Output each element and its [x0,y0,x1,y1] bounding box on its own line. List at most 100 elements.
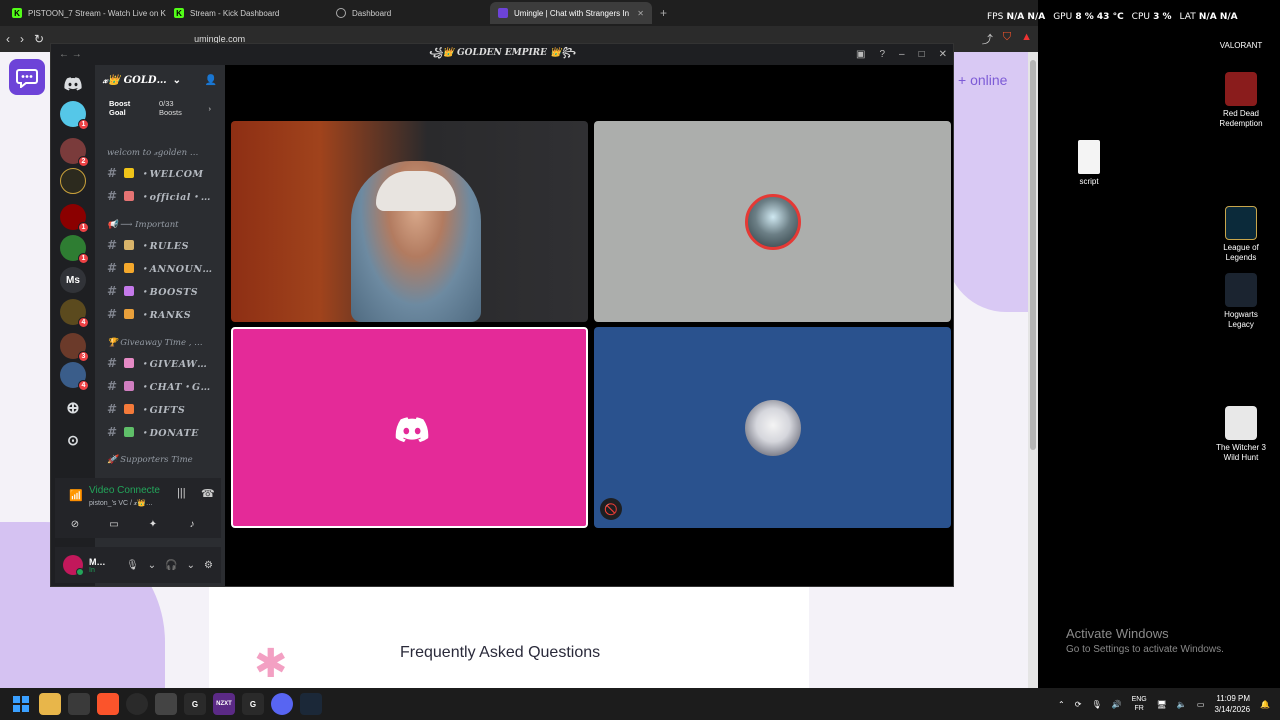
rewards-icon[interactable]: ▲ [1021,31,1032,47]
channel-official[interactable]: # ・official・… [107,189,211,203]
discover-icon[interactable]: ⊙ [60,427,86,453]
category-welcome[interactable]: welcom to 𝓍golden … [95,148,210,158]
category-giveaway[interactable]: 🏆 Giveaway Time , … [95,338,215,348]
desktop-icon-valorant[interactable]: VALORANT [1211,30,1271,51]
server-icon[interactable]: 1 [60,235,89,264]
category-important[interactable]: 📢 ⟶ Important [95,220,191,230]
close-tab-icon[interactable]: ✕ [637,9,644,18]
reload-icon[interactable]: ↻ [34,32,44,46]
avatar[interactable] [63,555,84,576]
sync-icon[interactable]: ⟳ [1075,700,1082,709]
forward-icon[interactable]: › [20,32,24,46]
disconnect-icon[interactable]: ☎ [201,487,215,500]
channel-announcements[interactable]: # ・ANNOUN… [107,261,213,275]
maximize-icon[interactable]: □ [919,49,925,60]
umingle-logo-icon[interactable] [9,59,45,95]
back-icon[interactable]: ‹ [6,32,10,46]
battery-icon[interactable]: ▭ [1197,700,1205,709]
microphone-tray-icon[interactable]: 🎙 [1091,700,1101,709]
new-tab-button[interactable]: + [652,6,675,20]
volume-icon[interactable]: 🔊 [1112,700,1122,709]
channel-donate[interactable]: # ・DONATE [107,425,199,439]
nzxt-icon[interactable]: NZXT [213,693,235,715]
video-tile-stream[interactable] [231,121,588,322]
notifications-icon[interactable]: 🔔 [1260,700,1270,709]
noise-suppression-icon[interactable]: ||| [177,487,186,499]
server-icon[interactable]: 4 [60,299,89,328]
witcher-icon [1225,406,1257,440]
discord-home-icon[interactable] [60,71,86,97]
chevron-up-icon[interactable]: ⌃ [1058,700,1065,709]
channel-welcom[interactable]: # ・WELCOM [107,166,204,180]
channel-boosts[interactable]: # ・BOOSTS [107,284,198,298]
page-scrollbar[interactable] [1028,52,1038,688]
screen-share-icon[interactable]: ▭ [104,516,124,532]
server-icon[interactable]: 3 [60,333,89,362]
server-header[interactable]: 𝓍👑 GOLD… ⌄ 👤 [95,65,225,95]
brave-shield-icon[interactable]: ⛉ [1003,31,1011,47]
add-member-icon[interactable]: 👤 [205,75,217,86]
g-hub-icon[interactable]: G [242,693,264,715]
inbox-icon[interactable]: ▣ [856,49,865,60]
server-icon[interactable]: 2 [60,138,89,167]
soundboard-icon[interactable]: ♪ [182,516,202,532]
brave-icon[interactable] [97,693,119,715]
voice-channel[interactable]: piston_'s VC / 𝓍👑… [89,499,153,508]
microphone-icon[interactable]: 🎙 [126,560,139,571]
tab-kick-dashboard[interactable]: K Stream - Kick Dashboard [166,2,328,24]
tab-dashboard[interactable]: Dashboard [328,2,490,24]
help-icon[interactable]: ? [879,49,885,60]
app-icon[interactable] [155,693,177,715]
chevron-down-icon[interactable]: ⌄ [148,560,156,571]
network-icon[interactable]: 🖥 [1157,700,1167,709]
channel-rules[interactable]: # ・RULES [107,238,189,252]
g-hub-icon[interactable]: G [184,693,206,715]
desktop-icon-script[interactable]: script [1059,140,1119,187]
chevron-down-icon[interactable]: ⌄ [187,560,195,571]
video-tile-user[interactable] [594,121,951,322]
channel-label: ・RULES [139,241,190,252]
headphones-icon[interactable]: 🎧 [165,560,177,571]
steam-icon[interactable] [300,693,322,715]
video-tile-user[interactable] [231,327,588,528]
desktop-icon-hogwarts[interactable]: Hogwarts Legacy [1211,273,1271,330]
minimize-icon[interactable]: – [899,49,905,60]
server-icon[interactable]: 1 [60,101,89,130]
desktop-icon-rdr[interactable]: Red Dead Redemption [1211,72,1271,129]
activities-icon[interactable]: ✦ [143,516,163,532]
settings-gear-icon[interactable]: ⚙ [204,560,213,571]
language-switcher[interactable]: ENG FR [1132,695,1147,713]
category-supporters[interactable]: 🚀 Supporters Time [95,455,205,465]
signal-icon[interactable]: 📶 [69,489,83,502]
channel-label: ・RANKS [139,310,192,321]
store-icon[interactable] [68,693,90,715]
red-dead-icon [1225,72,1257,106]
channel-giveaway[interactable]: # ・GIVEAW… [107,356,207,370]
server-ms[interactable]: Ms [60,267,86,293]
username[interactable]: M… [89,557,106,567]
chrome-icon[interactable] [126,693,148,715]
kick-icon: K [174,8,184,18]
share-icon[interactable]: ⤴ [982,31,993,47]
server-icon[interactable]: 1 [60,204,89,233]
add-server-icon[interactable]: ⊕ [60,395,86,421]
channel-gifts[interactable]: # ・GIFTS [107,402,185,416]
clock[interactable]: 11:09 PM 3/14/2026 [1214,693,1250,715]
discord-taskbar-icon[interactable] [271,693,293,715]
channel-ranks[interactable]: # ・RANKS [107,307,191,321]
scrollbar-thumb[interactable] [1030,60,1036,450]
file-explorer-icon[interactable] [39,693,61,715]
video-tile-user[interactable]: 🚫 [594,327,951,528]
tab-kick-stream[interactable]: K PISTOON_7 Stream - Watch Live on K [4,2,166,24]
windows-start-icon[interactable] [10,693,32,715]
close-icon[interactable]: ✕ [939,49,947,60]
tab-umingle[interactable]: Umingle | Chat with Strangers In ✕ [490,2,652,24]
server-icon[interactable] [60,168,86,194]
boost-goal-bar[interactable]: Boost Goal 0/33 Boosts › [95,95,225,121]
desktop-icon-lol[interactable]: League of Legends [1211,206,1271,263]
camera-off-icon[interactable]: ⊘ [65,516,85,532]
speaker-icon[interactable]: 🔈 [1177,700,1187,709]
channel-chat[interactable]: # ・CHAT・G… [107,379,211,393]
server-icon[interactable]: 4 [60,362,89,391]
desktop-icon-witcher[interactable]: The Witcher 3 Wild Hunt [1211,406,1271,463]
